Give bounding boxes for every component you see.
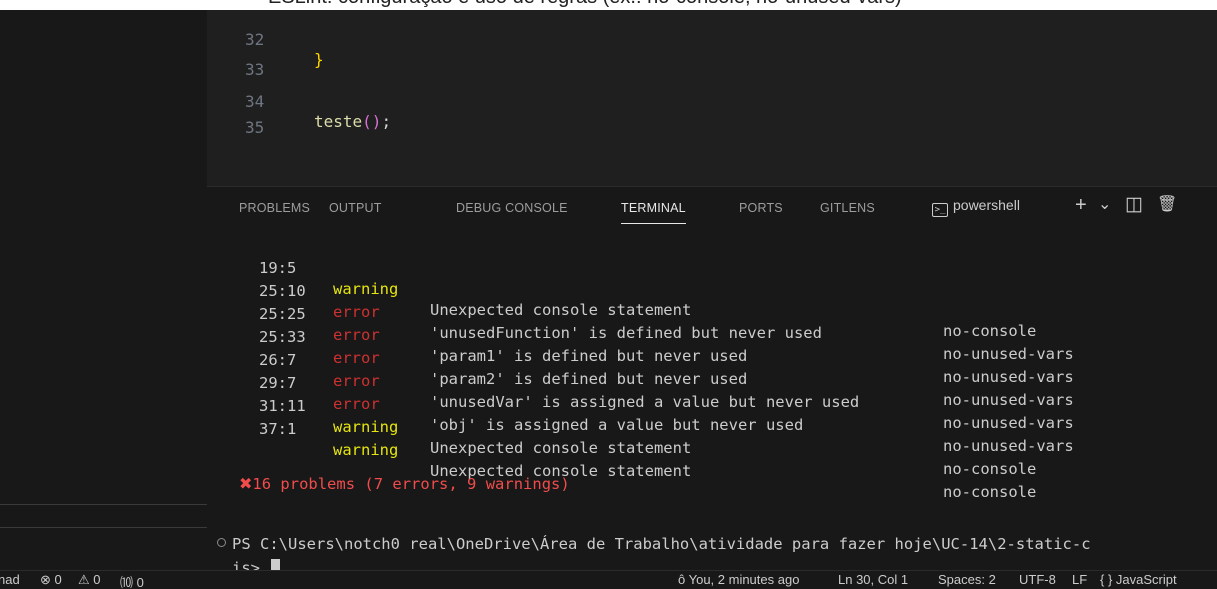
prompt-path: PS C:\Users\notch0 real\OneDrive\Área de…	[232, 535, 1091, 553]
code-text: }	[314, 50, 324, 69]
lint-message: Unexpected console statement	[430, 439, 692, 457]
code-line: 32 }	[207, 10, 324, 69]
tab-problems[interactable]: PROBLEMS	[239, 201, 310, 215]
caption-strip: ESLint: configuração e uso de regras (ex…	[0, 0, 1217, 10]
function-call: teste	[314, 112, 363, 131]
sidebar	[0, 10, 208, 570]
status-indentation[interactable]: Spaces: 2	[938, 572, 996, 587]
status-remote[interactable]: nad	[0, 572, 20, 587]
status-ports[interactable]: ⑽ 0	[120, 572, 144, 589]
code-line: 34 teste();	[207, 72, 391, 131]
status-bar: nad ⊗ 0 ⚠ 0 ⑽ 0 ô You, 2 minutes ago Ln …	[0, 570, 1217, 589]
caption-text: ESLint: configuração e uso de regras (ex…	[268, 0, 902, 9]
status-git-blame[interactable]: ô You, 2 minutes ago	[678, 572, 799, 587]
status-eol[interactable]: LF	[1072, 572, 1087, 587]
code-text: teste();	[314, 112, 391, 132]
tab-terminal[interactable]: TERMINAL	[621, 201, 686, 224]
status-encoding[interactable]: UTF-8	[1019, 572, 1056, 587]
problems-summary: ✖16 problems (7 errors, 9 warnings)	[239, 473, 570, 495]
tab-debug-console[interactable]: DEBUG CONSOLE	[456, 201, 568, 215]
lint-row: 37:1 warning Unexpected console statemen…	[207, 398, 1217, 501]
line-number: 34	[245, 92, 265, 111]
lint-row: 31:11 warning Unexpected console stateme…	[207, 375, 1217, 478]
status-errors[interactable]: ⊗ 0	[40, 572, 62, 588]
line-number: 33	[245, 60, 265, 79]
bottom-panel: PROBLEMS OUTPUT DEBUG CONSOLE TERMINAL P…	[207, 186, 1217, 577]
parens: ()	[362, 112, 382, 131]
tab-output[interactable]: OUTPUT	[329, 201, 382, 215]
code-line: 35	[207, 98, 264, 137]
semicolon: ;	[381, 112, 392, 131]
lint-row: 25:33 error 'param2' is defined but neve…	[207, 306, 1217, 409]
lint-row: 26:7 error 'unusedVar' is assigned a val…	[207, 329, 1217, 432]
summary-text: 16 problems (7 errors, 9 warnings)	[252, 475, 570, 493]
lint-rule: no-console	[943, 483, 1037, 501]
lint-rule: no-unused-vars	[943, 437, 1074, 455]
lint-severity: warning	[333, 441, 399, 459]
lint-row: 29:7 error 'obj' is assigned a value but…	[207, 352, 1217, 455]
sidebar-divider	[0, 504, 207, 505]
terminal-prompt[interactable]: PS C:\Users\notch0 real\OneDrive\Área de…	[217, 533, 1217, 555]
lint-location: 37:1	[259, 420, 297, 438]
status-warnings[interactable]: ⚠ 0	[78, 572, 101, 588]
command-decoration-icon[interactable]	[217, 538, 226, 547]
lint-severity: warning	[333, 418, 399, 436]
line-number: 35	[245, 118, 265, 137]
code-editor[interactable]: 32 } 33 34 teste(); 35	[207, 10, 1217, 186]
lint-row: 19:5 warning Unexpected console statemen…	[207, 237, 1217, 340]
split-terminal-icon[interactable]: ◫	[1125, 193, 1143, 217]
lint-row: 25:25 error 'param1' is defined but neve…	[207, 283, 1217, 386]
status-cursor-position[interactable]: Ln 30, Col 1	[838, 572, 908, 587]
chevron-down-icon[interactable]: ⌄	[1098, 193, 1111, 217]
code-line: 33	[207, 40, 264, 79]
add-terminal-icon[interactable]: +	[1075, 193, 1087, 217]
trash-icon[interactable]: 🗑	[1157, 193, 1177, 217]
tab-ports[interactable]: PORTS	[739, 201, 783, 215]
terminal-name: powershell	[953, 197, 1020, 213]
tab-gitlens[interactable]: GITLENS	[820, 201, 875, 215]
lint-row: 25:10 error 'unusedFunction' is defined …	[207, 260, 1217, 363]
person-icon: ô	[678, 572, 689, 587]
blame-text: You, 2 minutes ago	[688, 572, 800, 587]
sidebar-divider	[0, 527, 207, 528]
line-number: 32	[245, 30, 265, 49]
status-language[interactable]: { } JavaScript	[1100, 572, 1177, 587]
lint-rule: no-console	[943, 460, 1037, 478]
terminal-icon: >_	[932, 203, 948, 217]
terminal-selector[interactable]: >_ powershell	[932, 197, 1020, 217]
panel-tabs: PROBLEMS OUTPUT DEBUG CONSOLE TERMINAL P…	[207, 187, 1217, 229]
error-x-icon: ✖	[239, 474, 253, 493]
